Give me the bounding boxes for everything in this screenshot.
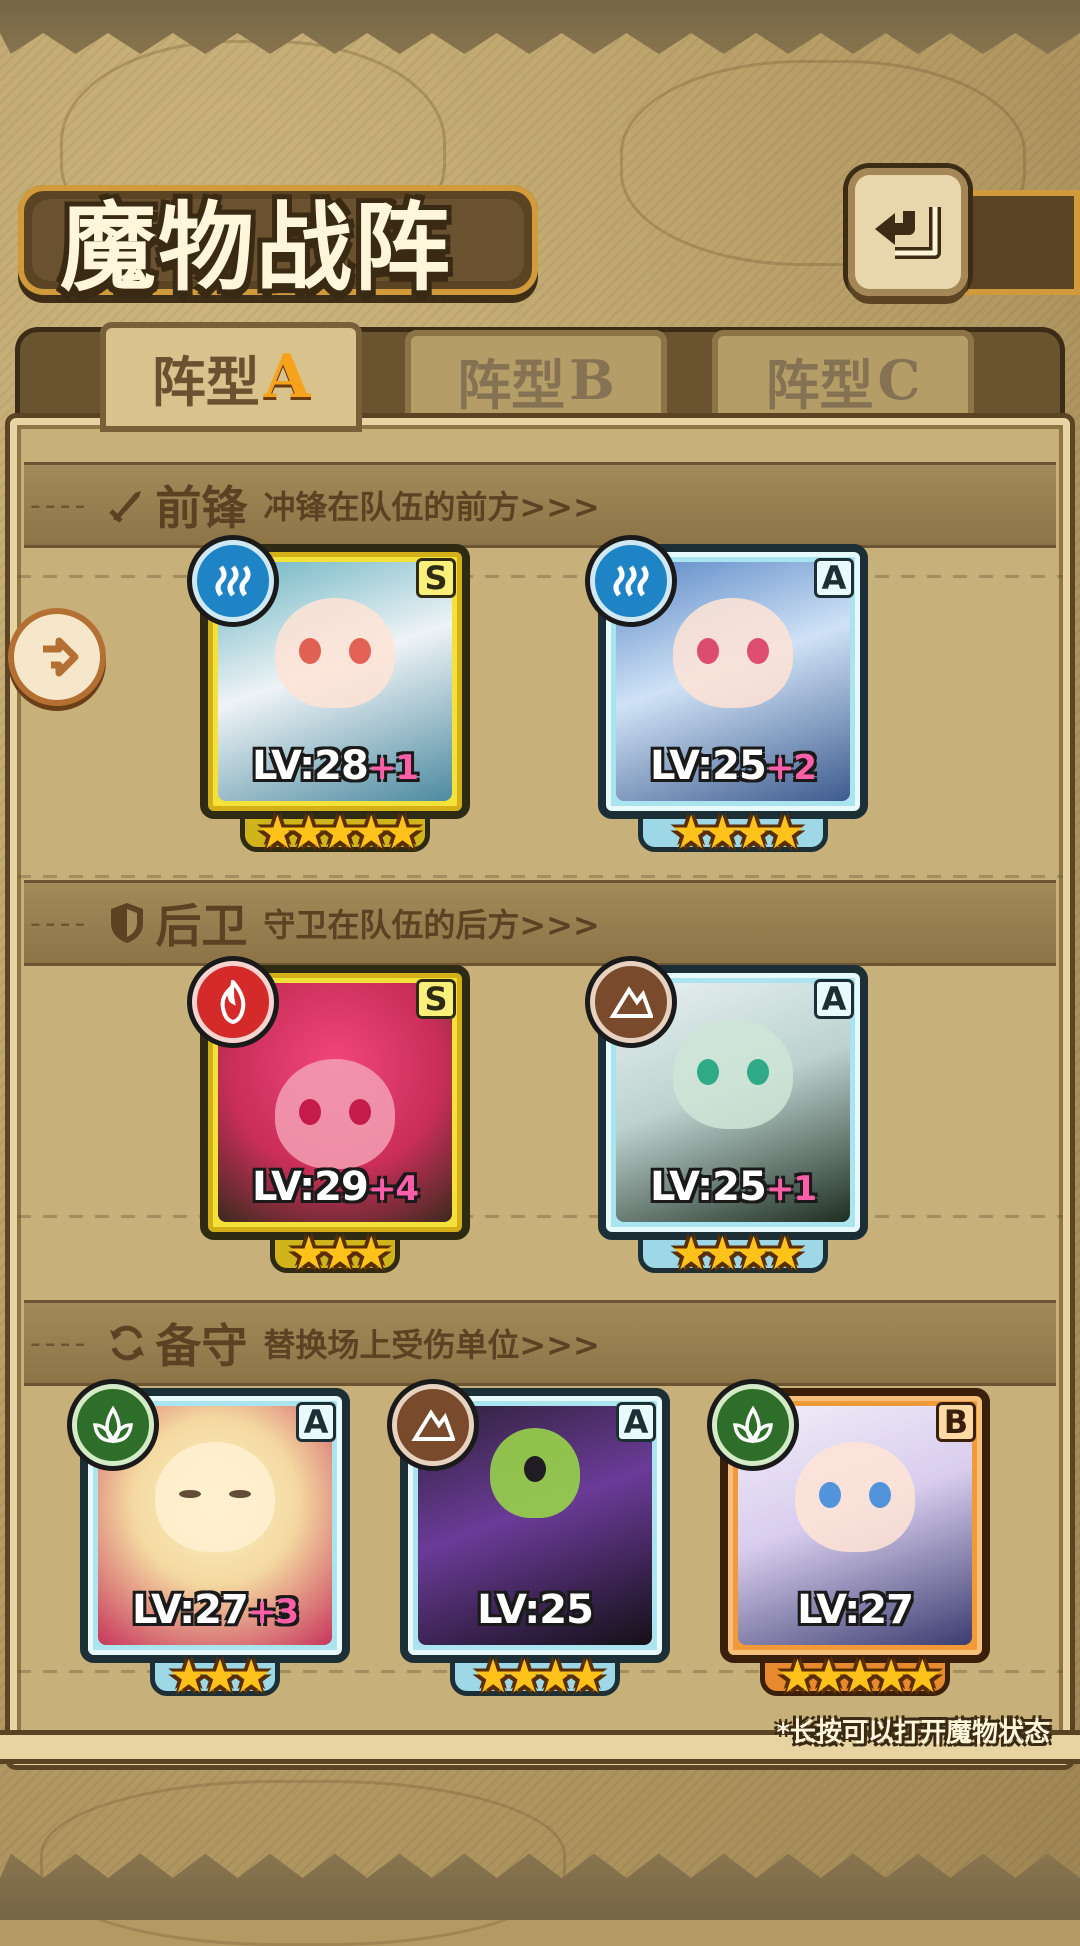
unit-card-reserve-3[interactable]: B LV:27 ★★★★★ [712, 1384, 990, 1699]
back-button[interactable] [848, 168, 968, 296]
divider [17, 875, 1063, 878]
map-contour [40, 1780, 566, 1946]
tab-formation-a[interactable]: 阵型 A [100, 322, 362, 432]
star-icon: ★ [472, 1649, 514, 1703]
star-icon: ★ [381, 805, 423, 859]
star-icon: ★ [764, 1226, 805, 1280]
star-icon: ★ [701, 1226, 743, 1280]
star-icon: ★ [199, 1649, 240, 1703]
unit-card-back-1[interactable]: S LV:29+4 ★★★ [192, 961, 470, 1276]
tab-letter: B [569, 348, 615, 412]
shield-icon [105, 901, 149, 945]
unit-level: LV:29+4 [252, 1164, 419, 1210]
fire-element-icon [192, 961, 274, 1043]
star-icon: ★ [733, 1226, 774, 1280]
page-title: 魔物战阵 [60, 191, 452, 304]
star-icon: ★ [733, 805, 774, 859]
nature-element-icon [72, 1384, 154, 1466]
rating-stars: ★★★ [88, 1653, 342, 1699]
rank-badge: A [296, 1402, 336, 1442]
rank-badge: A [616, 1402, 656, 1442]
section-dashes: ---- [30, 1325, 90, 1361]
unit-level: LV:25 [477, 1587, 594, 1633]
arrow-right-icon [43, 637, 79, 677]
section-header-front: ---- 前锋 冲锋在队伍的前方>>> [24, 462, 1056, 548]
section-dashes: ---- [30, 487, 90, 523]
unit-card-reserve-1[interactable]: A LV:27+3 ★★★ [72, 1384, 350, 1699]
star-icon: ★ [319, 805, 360, 859]
tab-label: 阵型 [765, 352, 874, 417]
rating-stars: ★★★★ [606, 809, 860, 855]
star-icon: ★ [701, 805, 743, 859]
section-title: 前锋 [155, 481, 248, 535]
section-desc: 守卫在队伍的后方>>> [263, 906, 600, 944]
rank-badge: S [416, 558, 456, 598]
rating-stars: ★★★★★ [208, 809, 462, 855]
star-icon: ★ [764, 805, 805, 859]
star-icon: ★ [839, 1649, 880, 1703]
rating-stars: ★★★ [208, 1230, 462, 1276]
star-icon: ★ [288, 805, 329, 859]
divider [17, 575, 1063, 578]
star-icon: ★ [350, 805, 392, 859]
star-icon: ★ [776, 1649, 818, 1703]
star-icon: ★ [535, 1649, 576, 1703]
star-icon: ★ [350, 1226, 392, 1280]
tab-label: 阵型 [457, 352, 566, 417]
unit-card-reserve-2[interactable]: A LV:25 ★★★★ [392, 1384, 670, 1699]
star-icon: ★ [319, 1226, 360, 1280]
star-icon: ★ [808, 1649, 849, 1703]
long-press-hint: *长按可以打开魔物状态 [776, 1718, 1050, 1748]
return-arrow-icon [875, 207, 941, 259]
tab-formation-c[interactable]: 阵型 C [712, 330, 974, 430]
star-icon: ★ [256, 805, 298, 859]
rank-badge: B [936, 1402, 976, 1442]
star-icon: ★ [288, 1226, 329, 1280]
rank-badge: A [814, 558, 854, 598]
expand-side-button[interactable] [14, 614, 100, 700]
earth-element-icon [590, 961, 672, 1043]
water-element-icon [590, 540, 672, 622]
section-dashes: ---- [30, 905, 90, 941]
sword-icon [105, 483, 149, 527]
rating-stars: ★★★★ [606, 1230, 860, 1276]
section-title: 后卫 [155, 899, 248, 953]
star-icon: ★ [168, 1649, 209, 1703]
star-icon: ★ [870, 1649, 912, 1703]
section-desc: 替换场上受伤单位>>> [263, 1326, 600, 1364]
divider [17, 1215, 1063, 1218]
rank-badge: A [814, 979, 854, 1019]
tab-letter: C [877, 348, 921, 412]
rating-stars: ★★★★ [408, 1653, 662, 1699]
tab-formation-b[interactable]: 阵型 B [405, 330, 667, 430]
unit-level: LV:28+1 [252, 743, 419, 789]
swap-icon [105, 1321, 149, 1365]
tab-label: 阵型 [151, 349, 260, 414]
star-icon: ★ [230, 1649, 272, 1703]
unit-card-back-2[interactable]: A LV:25+1 ★★★★ [590, 961, 868, 1276]
star-icon: ★ [670, 1226, 712, 1280]
rating-stars: ★★★★★ [728, 1653, 982, 1699]
section-header-back: ---- 后卫 守卫在队伍的后方>>> [24, 880, 1056, 966]
unit-level: LV:27+3 [132, 1587, 299, 1633]
earth-element-icon [392, 1384, 474, 1466]
water-element-icon [192, 540, 274, 622]
rank-badge: S [416, 979, 456, 1019]
unit-card-front-1[interactable]: S LV:28+1 ★★★★★ [192, 540, 470, 855]
section-desc: 冲锋在队伍的前方>>> [263, 488, 600, 526]
unit-level: LV:27 [797, 1587, 914, 1633]
star-icon: ★ [670, 805, 712, 859]
star-icon: ★ [503, 1649, 545, 1703]
star-icon: ★ [566, 1649, 607, 1703]
unit-level: LV:25+1 [650, 1164, 817, 1210]
nature-element-icon [712, 1384, 794, 1466]
star-icon: ★ [901, 1649, 943, 1703]
unit-level: LV:25+2 [650, 743, 817, 789]
unit-card-front-2[interactable]: A LV:25+2 ★★★★ [590, 540, 868, 855]
section-header-reserve: ---- 备守 替换场上受伤单位>>> [24, 1300, 1056, 1386]
section-title: 备守 [155, 1319, 248, 1373]
tab-letter: A [263, 342, 311, 412]
